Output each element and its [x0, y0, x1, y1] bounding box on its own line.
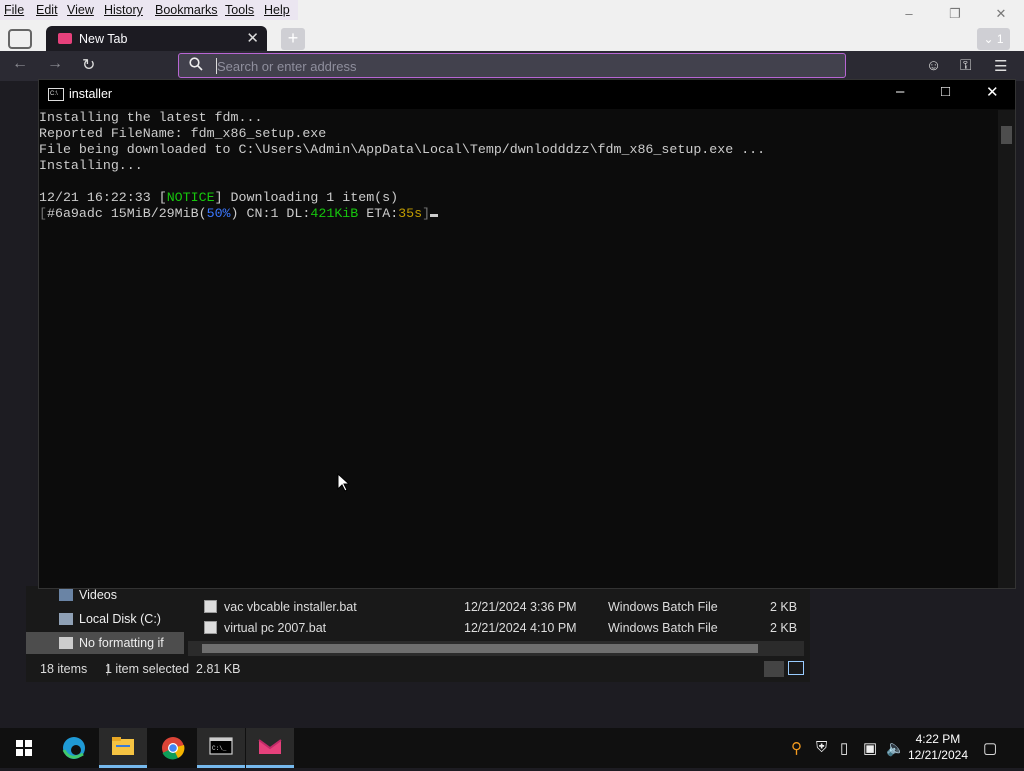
- network-tray-icon[interactable]: ▣: [863, 739, 877, 757]
- horizontal-scrollbar[interactable]: [188, 641, 804, 656]
- text-cursor: [430, 214, 439, 217]
- menu-history[interactable]: History: [100, 0, 147, 17]
- terminal-title: installer: [69, 87, 113, 101]
- item-count: 18 items: [40, 662, 88, 676]
- terminal-output[interactable]: Installing the latest fdm... Reported Fi…: [39, 110, 999, 588]
- maximize-icon[interactable]: □: [941, 83, 950, 100]
- progress-dl-value: 421KiB: [310, 206, 359, 221]
- tab-new-tab[interactable]: New Tab ✕: [46, 26, 267, 53]
- progress-eta-label: ETA:: [366, 206, 399, 221]
- progress-connections: CN:1: [246, 206, 279, 221]
- file-name: vac vbcable installer.bat: [224, 600, 357, 614]
- terminal-line: File being downloaded to C:\Users\Admin\…: [39, 142, 766, 157]
- scrollbar-thumb[interactable]: [1001, 126, 1012, 144]
- nav-item-local-disk[interactable]: Local Disk (C:): [59, 612, 161, 626]
- security-tray-icon[interactable]: ⛨: [816, 739, 827, 756]
- notice-line: 12/21 16:22:33 [NOTICE] Downloading 1 it…: [39, 190, 399, 205]
- terminal-titlebar: C:\ installer – □ ✕: [39, 80, 1015, 109]
- menu-help[interactable]: Help: [260, 0, 294, 17]
- terminal-line: Installing the latest fdm...: [39, 110, 263, 125]
- selection-info: 1 item selected 2.81 KB: [105, 662, 241, 676]
- file-size: 2 KB: [770, 621, 798, 635]
- file-name: virtual pc 2007.bat: [224, 621, 327, 635]
- tab-title: New Tab: [79, 32, 128, 46]
- explorer-status-bar: 18 items | 1 item selected 2.81 KB: [26, 657, 810, 681]
- menu-view[interactable]: View: [63, 0, 98, 17]
- file-row[interactable]: vac vbcable installer.bat: [204, 600, 357, 614]
- file-modified: 12/21/2024 4:10 PM: [464, 621, 577, 635]
- reload-icon[interactable]: ↻: [82, 55, 95, 75]
- clock-date: 12/21/2024: [907, 748, 968, 762]
- edge-icon[interactable]: [50, 728, 98, 768]
- progress-line: [#6a9adc 15MiB/29MiB(50%) CN:1 DL:421KiB…: [39, 206, 439, 222]
- tab-count: 1: [996, 32, 1004, 46]
- menu-tools[interactable]: Tools: [221, 0, 258, 17]
- nav-item-label: Local Disk (C:): [79, 612, 161, 626]
- notice-timestamp: 12/21 16:22:33: [39, 190, 151, 205]
- forward-icon[interactable]: →: [47, 55, 63, 73]
- nav-item-no-formatting[interactable]: No formatting if: [59, 636, 164, 650]
- drive-icon: [59, 613, 73, 625]
- scrollbar-thumb[interactable]: [202, 644, 758, 653]
- notice-message: Downloading 1 item(s): [230, 190, 399, 205]
- file-explorer-icon[interactable]: [99, 728, 147, 768]
- progress-dl-label: DL:: [286, 206, 311, 221]
- clock-time: 4:22 PM: [915, 732, 961, 746]
- usb-tray-icon[interactable]: ▯: [840, 739, 848, 757]
- browser-menubar: File Edit View History Bookmarks Tools H…: [0, 0, 1024, 22]
- windows-start-icon[interactable]: [0, 728, 48, 768]
- browser-icon[interactable]: [246, 728, 294, 768]
- file-type: Windows Batch File: [608, 600, 718, 614]
- nav-item-videos[interactable]: Videos: [59, 588, 117, 602]
- terminal-window: C:\ installer – □ ✕ Installing the lates…: [38, 79, 1016, 589]
- minimize-icon[interactable]: –: [896, 83, 904, 100]
- search-tray-icon[interactable]: ⚲: [791, 739, 802, 757]
- nav-item-label: No formatting if: [79, 636, 164, 650]
- tab-overview-icon[interactable]: [8, 29, 32, 49]
- svg-text:C:\_: C:\_: [212, 745, 227, 752]
- account-icon[interactable]: ☺: [926, 57, 941, 74]
- terminal-line: Installing...: [39, 158, 143, 173]
- close-icon[interactable]: ✕: [986, 83, 999, 101]
- menu-file[interactable]: File: [0, 0, 28, 17]
- new-tab-button[interactable]: +: [281, 28, 305, 50]
- chrome-icon[interactable]: [148, 728, 196, 768]
- progress-size: 15MiB/29MiB: [110, 206, 199, 221]
- progress-eta-value: 35s: [398, 206, 423, 221]
- volume-muted-icon[interactable]: 🔈: [886, 739, 905, 757]
- progress-gid: #6a9adc: [46, 206, 103, 221]
- menu-edit[interactable]: Edit: [32, 0, 62, 17]
- batch-file-icon: [204, 600, 217, 613]
- progress-percent: 50%: [206, 206, 231, 221]
- taskbar-clock[interactable]: 4:22 PM 12/21/2024: [908, 731, 968, 763]
- videos-folder-icon: [59, 589, 73, 601]
- notice-tag: NOTICE: [166, 190, 215, 205]
- url-bar[interactable]: Search or enter address: [178, 53, 846, 78]
- details-view-icon[interactable]: [764, 661, 784, 677]
- url-placeholder: Search or enter address: [217, 59, 357, 74]
- browser-favicon-icon: [58, 33, 72, 44]
- nav-item-label: Videos: [79, 588, 117, 602]
- notifications-icon[interactable]: ▢: [983, 739, 997, 757]
- mouse-pointer-icon: [337, 473, 349, 492]
- search-icon: [189, 57, 203, 71]
- folder-icon: [59, 637, 73, 649]
- close-tab-icon[interactable]: ✕: [246, 29, 259, 47]
- terminal-line: Reported FileName: fdm_x86_setup.exe: [39, 126, 327, 141]
- file-size: 2 KB: [770, 600, 798, 614]
- app-menu-icon[interactable]: ☰: [994, 57, 1007, 75]
- file-type: Windows Batch File: [608, 621, 718, 635]
- file-row[interactable]: virtual pc 2007.bat: [204, 621, 326, 635]
- list-all-tabs-button[interactable]: ⌄ 1: [977, 28, 1010, 50]
- terminal-icon[interactable]: C:\_: [197, 728, 245, 768]
- batch-file-icon: [204, 621, 217, 634]
- console-icon: C:\: [48, 88, 64, 101]
- menu-bookmarks[interactable]: Bookmarks: [151, 0, 222, 17]
- file-modified: 12/21/2024 3:36 PM: [464, 600, 577, 614]
- back-icon[interactable]: ←: [12, 55, 28, 73]
- terminal-scrollbar[interactable]: [998, 110, 1015, 588]
- large-icons-view-icon[interactable]: [788, 661, 804, 675]
- extensions-icon[interactable]: ⚿: [960, 57, 971, 74]
